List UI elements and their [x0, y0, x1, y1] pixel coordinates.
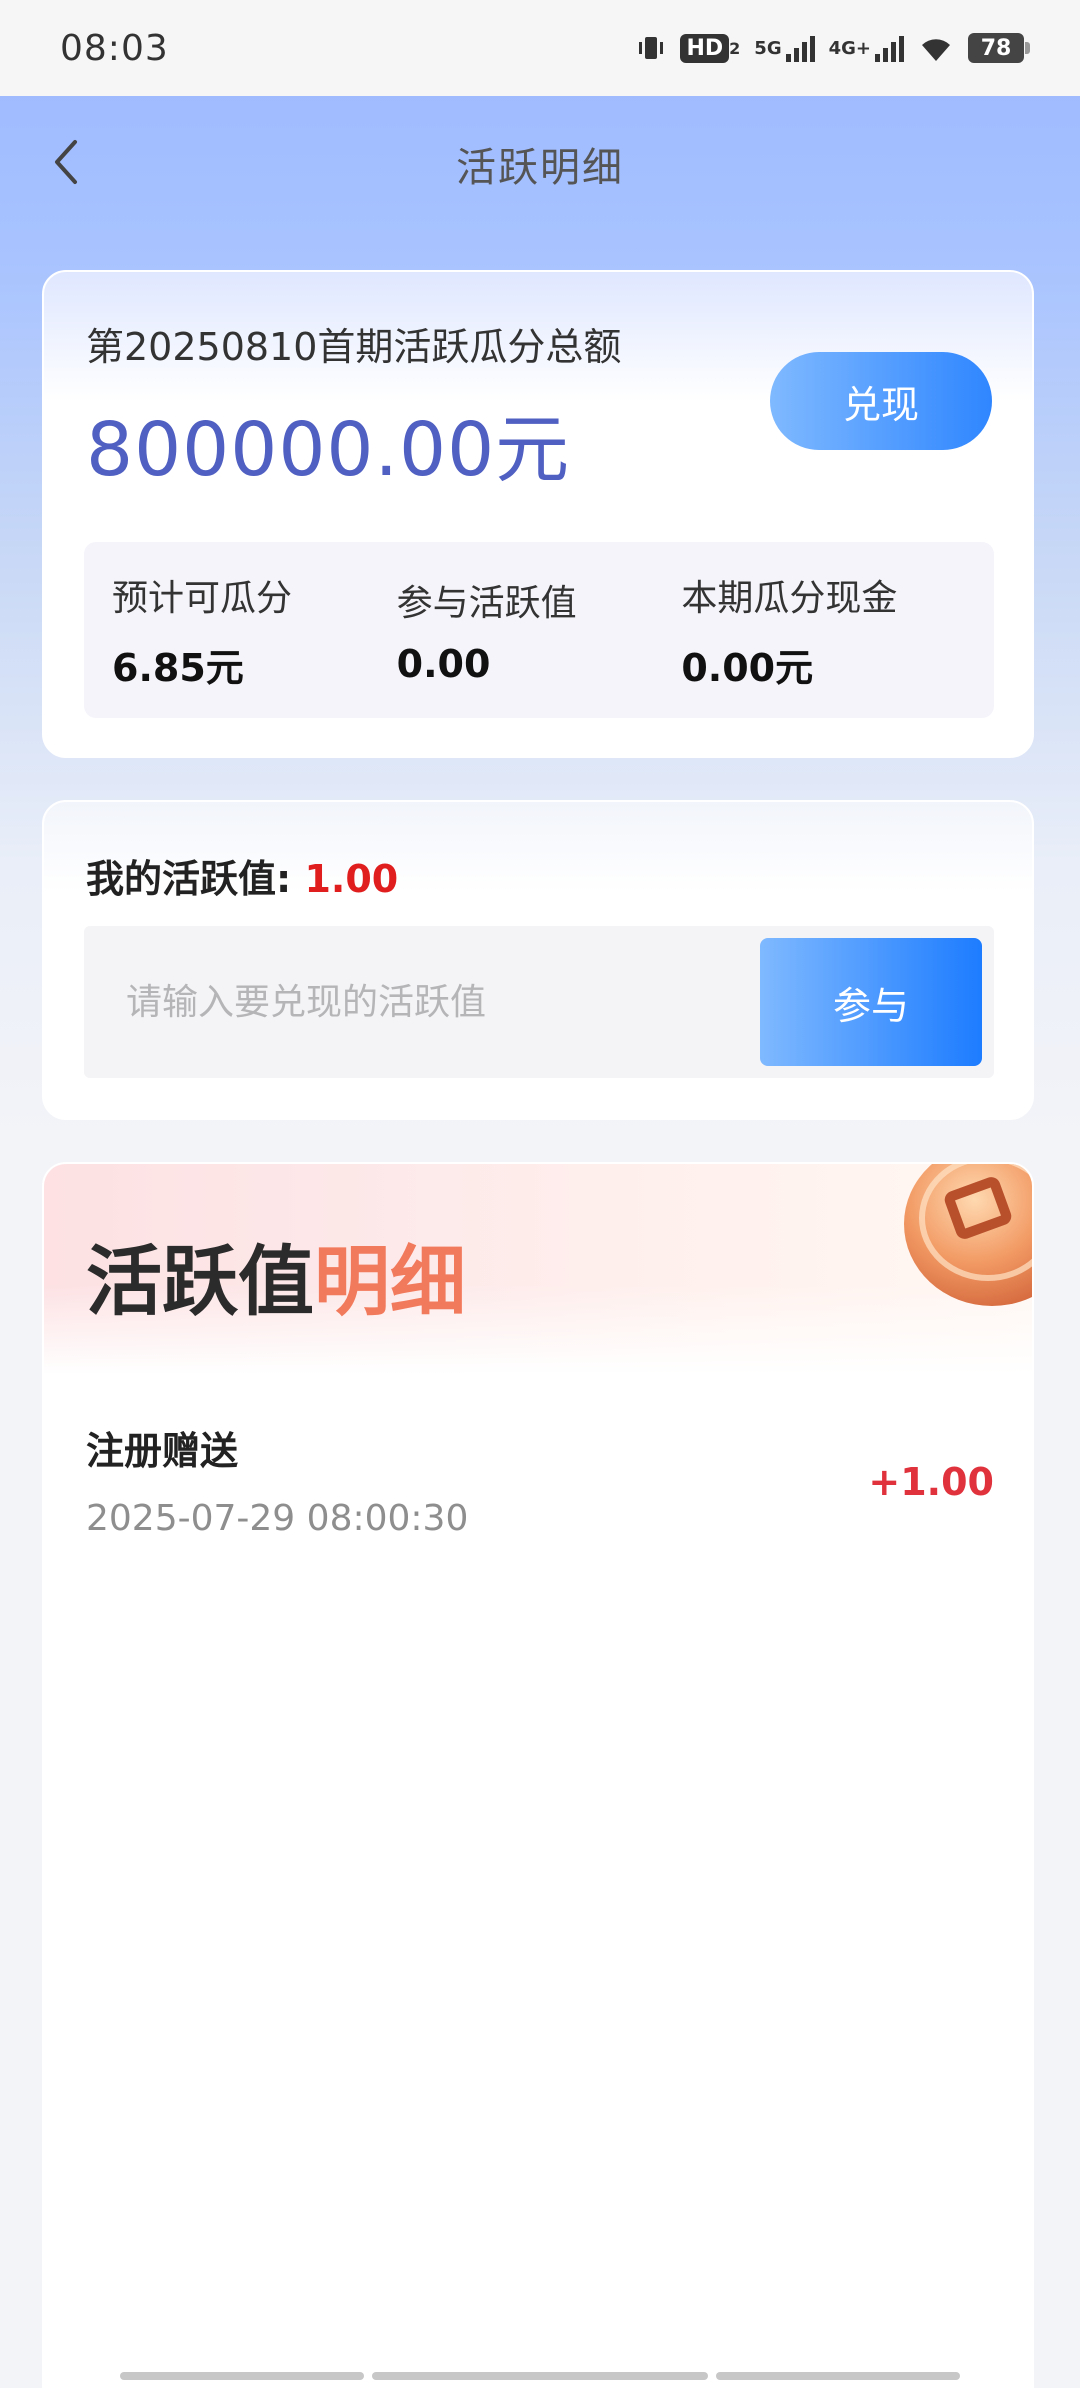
hd-icon: HD 2: [680, 33, 740, 63]
status-bar: 08:03 HD 2 5G 4G+ 78: [0, 0, 1080, 96]
pool-label: 第20250810首期活跃瓜分总额: [86, 325, 622, 369]
coin-icon: [904, 1164, 1032, 1306]
signal-4g-icon: 4G+: [829, 34, 904, 62]
stat-value: 0.00: [396, 642, 491, 686]
gesture-segment: [120, 2372, 364, 2380]
pool-card: 第20250810首期活跃瓜分总额 800000.00元 兑现 预计可瓜分 6.…: [42, 270, 1034, 758]
my-active-number: 1.00: [304, 857, 399, 901]
active-value-input[interactable]: [84, 926, 744, 1078]
gesture-segment: [716, 2372, 960, 2380]
page: 08:03 HD 2 5G 4G+ 78 活跃明细 第20250810首期活跃瓜…: [0, 0, 1080, 2388]
battery-icon: 78: [968, 33, 1030, 63]
my-active-label: 我的活跃值:: [86, 857, 292, 901]
pool-stats: 预计可瓜分 6.85元 参与活跃值 0.00 本期瓜分现金 0.00元: [84, 542, 994, 718]
signal-5g-icon: 5G: [754, 34, 815, 62]
list-item: 注册赠送 2025-07-29 08:00:30 +1.00: [86, 1420, 994, 1570]
status-time: 08:03: [60, 27, 169, 69]
my-active-card: 我的活跃值: 1.00 参与: [42, 800, 1034, 1120]
stat-estimated-share: 预计可瓜分 6.85元: [112, 542, 397, 718]
stat-label: 预计可瓜分: [112, 577, 293, 619]
gesture-segment: [372, 2372, 708, 2380]
record-time: 2025-07-29 08:00:30: [86, 1498, 469, 1539]
chevron-left-icon: [55, 140, 77, 184]
nav-bar: 活跃明细: [0, 96, 1080, 232]
stat-label: 本期瓜分现金: [681, 577, 898, 619]
record-amount: +1.00: [868, 1460, 994, 1504]
pool-amount: 800000.00元: [86, 407, 571, 493]
my-active-value: 我的活跃值: 1.00: [86, 848, 398, 903]
detail-title: 活跃值明细: [86, 1237, 466, 1326]
wifi-icon: [918, 33, 954, 63]
page-title: 活跃明细: [456, 145, 624, 191]
redeem-input-row: 参与: [84, 926, 994, 1078]
redeem-button[interactable]: 兑现: [770, 352, 992, 450]
stat-label: 参与活跃值: [396, 583, 577, 624]
vibrate-icon: [636, 33, 666, 63]
stat-value: 0.00元: [681, 645, 814, 690]
gesture-bar: [0, 2372, 1080, 2380]
stat-participated-active: 参与活跃值 0.00: [397, 542, 682, 718]
status-icons: HD 2 5G 4G+ 78: [636, 33, 1030, 63]
stat-value: 6.85元: [112, 645, 244, 690]
record-title: 注册赠送: [86, 1429, 239, 1473]
stat-period-cash: 本期瓜分现金 0.00元: [681, 542, 966, 718]
back-button[interactable]: [42, 132, 90, 192]
join-button[interactable]: 参与: [760, 938, 982, 1066]
active-detail-card: 活跃值明细 注册赠送 2025-07-29 08:00:30 +1.00: [42, 1162, 1034, 2388]
